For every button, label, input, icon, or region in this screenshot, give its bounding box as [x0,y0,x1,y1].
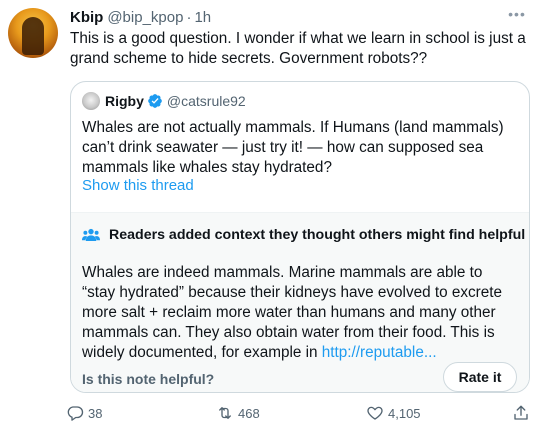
tweet-actions: 38 468 4,105 [66,404,536,426]
more-icon[interactable]: ••• [505,6,529,26]
retweet-count: 468 [238,405,260,421]
quoted-author-avatar[interactable] [82,92,100,110]
community-note-title: Readers added context they thought other… [109,227,526,243]
rate-it-button[interactable]: Rate it [443,362,517,392]
reply-button[interactable]: 38 [66,404,102,422]
people-icon [82,228,100,241]
verified-badge-icon [148,94,162,108]
share-button[interactable] [512,404,534,422]
share-icon [514,405,528,420]
community-note-header: Readers added context they thought other… [82,227,525,243]
author-avatar[interactable] [8,8,58,58]
reply-count: 38 [88,405,103,421]
quoted-author-handle[interactable]: @catsrule92 [167,93,246,109]
like-count: 4,105 [388,405,421,421]
show-thread-link[interactable]: Show this thread [82,177,194,194]
quoted-tweet-text: Whales are not actually mammals. If Huma… [82,119,504,176]
retweet-button[interactable]: 468 [216,404,260,422]
avatar-silhouette [22,17,44,55]
tweet[interactable]: Kbip @bip_kpop · 1h ••• This is a good q… [0,0,541,428]
community-note-body: Whales are indeed mammals. Marine mammal… [82,263,518,363]
quoted-tweet[interactable]: Rigby @catsrule92 Whales are not actuall… [70,81,530,393]
community-note-link[interactable]: http://reputable... [322,344,437,361]
note-helpful-question: Is this note helpful? [82,371,215,387]
retweet-icon [219,407,231,419]
separator-dot: · [186,9,192,26]
like-button[interactable]: 4,105 [366,404,421,422]
tweet-header: Kbip @bip_kpop · 1h [70,9,211,29]
tweet-timestamp[interactable]: 1h [194,9,211,26]
reply-icon [67,406,84,421]
author-handle[interactable]: @bip_kpop [107,9,183,26]
community-note-text: Whales are indeed mammals. Marine mammal… [82,264,503,361]
tweet-text: This is a good question. I wonder if wha… [70,30,526,67]
quoted-tweet-header: Rigby @catsrule92 [82,92,246,110]
community-note: Readers added context they thought other… [71,212,529,392]
author-name[interactable]: Kbip [70,9,103,26]
like-icon [367,406,383,420]
quoted-author-name[interactable]: Rigby [105,93,144,109]
